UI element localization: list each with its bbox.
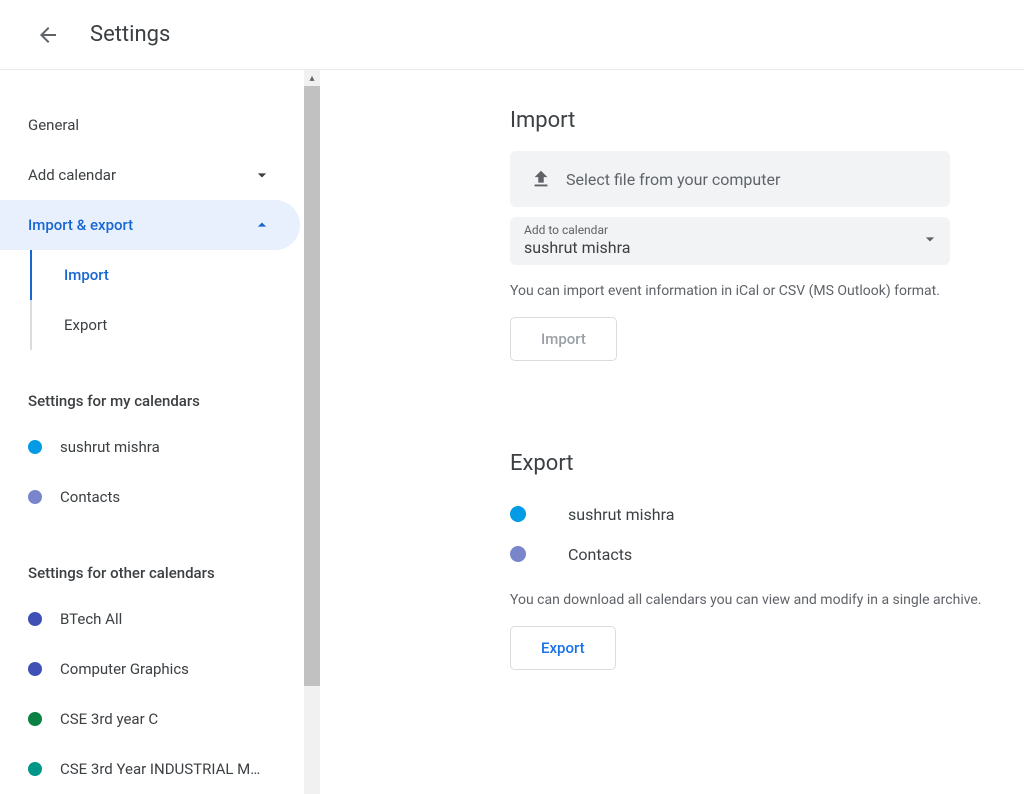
sidebar: General Add calendar Import & export Imp… <box>0 70 300 794</box>
sidebar-item-label: Export <box>64 316 107 334</box>
sidebar-calendar-item[interactable]: sushrut mishra <box>0 422 300 472</box>
calendar-color-dot <box>510 506 526 522</box>
sidebar-container: General Add calendar Import & export Imp… <box>0 70 320 794</box>
chevron-down-icon <box>920 229 940 253</box>
select-value: sushrut mishra <box>524 238 936 257</box>
sidebar-subitem-import[interactable]: Import <box>28 250 300 300</box>
import-button[interactable]: Import <box>510 317 617 361</box>
sidebar-item-label: Import <box>64 266 109 284</box>
export-helper-text: You can download all calendars you can v… <box>510 592 1024 608</box>
sidebar-calendar-item[interactable]: CSE 3rd year C <box>0 694 300 744</box>
sidebar-calendar-item[interactable]: CSE 3rd Year INDUSTRIAL M… <box>0 744 300 794</box>
select-label: Add to calendar <box>524 223 936 237</box>
button-label: Import <box>541 330 586 348</box>
calendar-color-dot <box>28 662 42 676</box>
add-to-calendar-select[interactable]: Add to calendar sushrut mishra <box>510 217 950 265</box>
calendar-color-dot <box>510 546 526 562</box>
back-button[interactable] <box>28 15 68 55</box>
sidebar-section-other-calendars: Settings for other calendars <box>0 522 300 594</box>
import-helper-text: You can import event information in iCal… <box>510 283 1024 299</box>
sidebar-item-import-export[interactable]: Import & export <box>0 200 300 250</box>
button-label: Export <box>541 639 585 657</box>
sidebar-section-my-calendars: Settings for my calendars <box>0 350 300 422</box>
upload-icon <box>530 168 552 190</box>
export-calendar-row: Contacts <box>510 534 1024 574</box>
sidebar-other-calendars-list: BTech All Computer Graphics CSE 3rd year C… <box>0 594 300 794</box>
sidebar-calendar-item[interactable]: Computer Graphics <box>0 644 300 694</box>
calendar-color-dot <box>28 762 42 776</box>
sidebar-item-label: Import & export <box>28 216 133 234</box>
sidebar-my-calendars-list: sushrut mishra Contacts <box>0 422 300 522</box>
calendar-name: BTech All <box>60 610 122 628</box>
calendar-name: Contacts <box>60 488 120 506</box>
export-heading: Export <box>510 451 1024 476</box>
chevron-down-icon <box>252 165 272 185</box>
sidebar-calendar-item[interactable]: Contacts <box>0 472 300 522</box>
page-title: Settings <box>90 22 170 47</box>
calendar-color-dot <box>28 612 42 626</box>
sidebar-item-general[interactable]: General <box>0 100 300 150</box>
sidebar-item-add-calendar[interactable]: Add calendar <box>0 150 300 200</box>
scroll-up-arrow-icon[interactable]: ▴ <box>304 70 320 86</box>
sidebar-item-label: General <box>28 116 79 134</box>
sidebar-scrollbar[interactable]: ▴ <box>304 70 320 794</box>
calendar-name: Contacts <box>568 545 632 564</box>
calendar-name: sushrut mishra <box>568 505 674 524</box>
calendar-name: Computer Graphics <box>60 660 189 678</box>
file-select-label: Select file from your computer <box>566 170 780 189</box>
export-calendar-row: sushrut mishra <box>510 494 1024 534</box>
export-calendar-list: sushrut mishra Contacts <box>510 494 1024 574</box>
calendar-name: CSE 3rd year C <box>60 710 158 728</box>
arrow-left-icon <box>36 23 60 47</box>
sidebar-subitems-import-export: Import Export <box>0 250 300 350</box>
main-content: Import Select file from your computer Ad… <box>320 70 1024 794</box>
sidebar-subitem-export[interactable]: Export <box>28 300 300 350</box>
app-header: Settings <box>0 0 1024 70</box>
import-heading: Import <box>510 108 1024 133</box>
sidebar-calendar-item[interactable]: BTech All <box>0 594 300 644</box>
file-select-button[interactable]: Select file from your computer <box>510 151 950 207</box>
scrollbar-thumb[interactable] <box>304 86 320 686</box>
calendar-name: sushrut mishra <box>60 438 160 456</box>
calendar-color-dot <box>28 440 42 454</box>
chevron-up-icon <box>252 215 272 235</box>
calendar-color-dot <box>28 712 42 726</box>
calendar-color-dot <box>28 490 42 504</box>
calendar-name: CSE 3rd Year INDUSTRIAL M… <box>60 760 260 778</box>
export-button[interactable]: Export <box>510 626 616 670</box>
sidebar-item-label: Add calendar <box>28 166 116 184</box>
